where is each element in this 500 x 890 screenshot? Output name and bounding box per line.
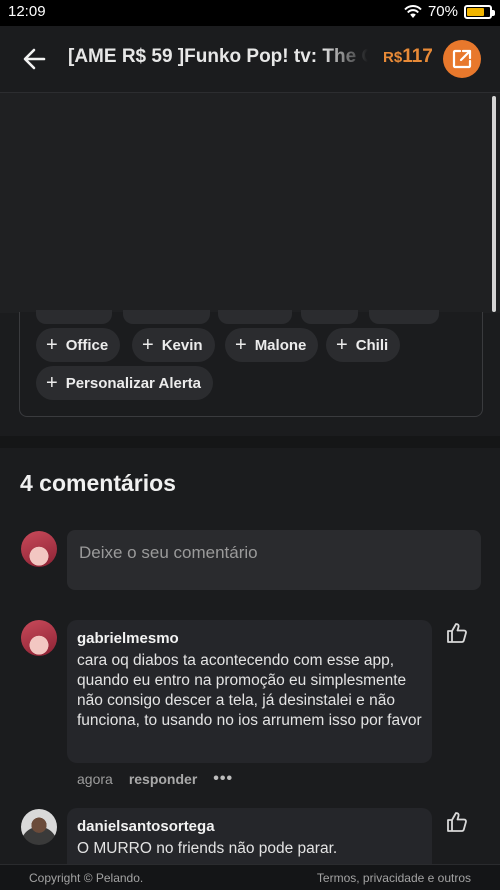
avatar[interactable] (21, 620, 57, 656)
alert-chip-hidden[interactable] (369, 310, 439, 324)
more-options-icon[interactable]: ••• (213, 770, 233, 788)
battery-icon (464, 4, 495, 19)
footer-terms-link[interactable]: Termos, privacidade e outros (317, 871, 471, 885)
plus-icon: + (46, 334, 58, 356)
alert-chip-chili[interactable]: + Chili (326, 328, 401, 362)
comment-bubble: gabrielmesmo cara oq diabos ta acontecen… (67, 620, 432, 763)
alert-chip-hidden[interactable] (36, 310, 112, 324)
app-header: [AME R$ 59 ]Funko Pop! tv: The Office R$… (0, 26, 500, 93)
alert-chip-label: Chili (355, 336, 389, 354)
alert-chip-hidden[interactable] (301, 310, 358, 324)
alert-chip-office[interactable]: + Office (36, 328, 121, 362)
alert-chip-malone[interactable]: + Malone (225, 328, 319, 362)
thumbs-up-icon[interactable] (446, 622, 468, 644)
battery-percent: 70% (427, 3, 458, 20)
status-bar: 12:09 70% (0, 0, 500, 26)
deal-price: R$117 (383, 46, 433, 68)
status-time: 12:09 (8, 3, 46, 20)
section-divider (0, 436, 500, 448)
alert-chip-label: Office (65, 336, 109, 354)
comment-text: cara oq diabos ta acontecendo com esse a… (77, 652, 422, 729)
alert-chip-hidden[interactable] (123, 310, 210, 324)
avatar[interactable] (21, 809, 57, 845)
customize-alert-label: Personalizar Alerta (65, 374, 202, 392)
scrollbar[interactable] (492, 96, 496, 312)
alert-chip-kevin[interactable]: + Kevin (132, 328, 215, 362)
deal-title: [AME R$ 59 ]Funko Pop! tv: The Office (68, 46, 368, 67)
footer-copyright: Copyright © Pelando. (29, 871, 144, 885)
external-link-icon (452, 49, 472, 69)
plus-icon: + (336, 334, 348, 356)
status-right: 70% (404, 3, 495, 20)
wifi-icon (404, 4, 422, 18)
customize-alert-chip[interactable]: + Personalizar Alerta (36, 366, 214, 400)
comments-title: 4 comentários (20, 470, 176, 496)
thumbs-up-icon[interactable] (446, 811, 468, 833)
alert-chip-hidden[interactable] (218, 310, 292, 324)
comment-input-box[interactable] (67, 530, 481, 590)
comment-username[interactable]: gabrielmesmo (77, 630, 422, 647)
comment-text: O MURRO no friends não pode parar. (77, 840, 338, 857)
reply-button[interactable]: responder (129, 771, 197, 787)
comment-input[interactable] (67, 530, 481, 590)
price-currency: R$ (383, 49, 403, 66)
comment-time: agora (77, 771, 113, 787)
plus-icon: + (142, 334, 154, 356)
footer: Copyright © Pelando. Termos, privacidade… (0, 864, 500, 890)
alert-chip-label: Malone (254, 336, 307, 354)
comment-username[interactable]: danielsantosortega (77, 818, 422, 835)
comment-meta: agora responder ••• (77, 770, 233, 788)
deal-content-area (0, 93, 500, 313)
price-value: 117 (402, 46, 433, 67)
plus-icon: + (46, 372, 58, 394)
current-user-avatar (21, 531, 57, 567)
alerts-card: + Office + Kevin + Malone + Chili + Pers… (19, 310, 483, 417)
alert-chip-label: Kevin (161, 336, 203, 354)
plus-icon: + (235, 334, 247, 356)
back-arrow-icon[interactable] (20, 44, 50, 74)
open-deal-button[interactable] (443, 40, 481, 78)
